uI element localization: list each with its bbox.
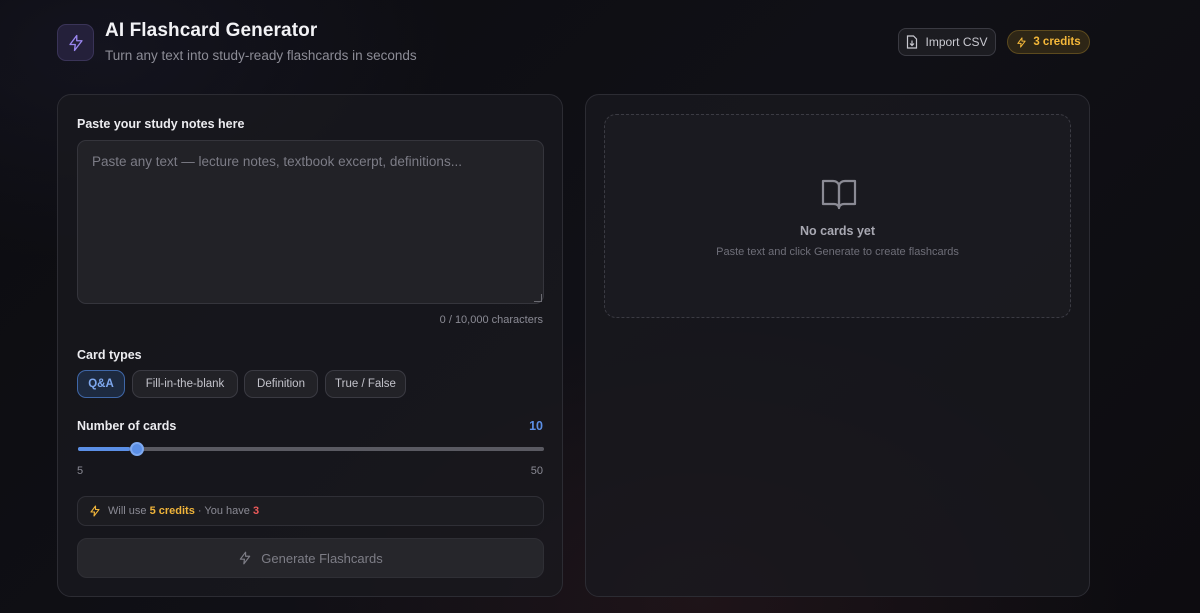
slider-max-label: 50 [530, 465, 543, 477]
card-type-fill-blank-chip[interactable]: Fill-in-the-blank [132, 370, 238, 398]
card-types-label: Card types [77, 348, 142, 362]
credit-usage-notice: Will use 5 credits · You have 3 [77, 496, 544, 526]
slider-thumb[interactable] [129, 442, 144, 456]
notes-label: Paste your study notes here [77, 117, 245, 131]
character-count: 0 / 10,000 characters [439, 314, 543, 326]
generate-label: Generate Flashcards [261, 550, 383, 566]
number-of-cards-value: 10 [529, 419, 543, 433]
usage-available: 3 [252, 505, 260, 517]
book-open-icon [821, 179, 857, 210]
lightning-icon [240, 551, 251, 565]
import-csv-label: Import CSV [925, 35, 988, 49]
slider-fill [78, 447, 130, 451]
slider-min-label: 5 [77, 465, 84, 477]
page-title: AI Flashcard Generator [105, 20, 318, 41]
page-subtitle: Turn any text into study-ready flashcard… [105, 48, 417, 63]
generate-flashcards-button[interactable]: Generate Flashcards [77, 538, 544, 578]
resize-handle[interactable] [534, 294, 542, 302]
card-type-definition-chip[interactable]: Definition [244, 370, 318, 398]
usage-prefix: Will use [108, 505, 147, 517]
import-csv-button[interactable]: Import CSV [898, 28, 996, 56]
notes-input[interactable] [77, 140, 544, 304]
lightning-icon [90, 505, 100, 517]
usage-middle: · You have [197, 505, 250, 517]
usage-credits: 5 credits [149, 505, 195, 517]
empty-state-title: No cards yet [799, 224, 876, 238]
empty-state: No cards yet Paste text and click Genera… [604, 114, 1071, 318]
output-panel: No cards yet Paste text and click Genera… [585, 94, 1090, 597]
credits-badge[interactable]: 3 credits [1007, 30, 1090, 54]
input-panel: Paste your study notes here 0 / 10,000 c… [57, 94, 563, 597]
credits-label: 3 credits [1033, 36, 1081, 48]
number-of-cards-label: Number of cards [77, 419, 177, 433]
lightning-icon [68, 34, 83, 51]
card-count-slider[interactable] [78, 442, 544, 456]
lightning-icon [1017, 36, 1027, 48]
card-type-true-false-chip[interactable]: True / False [325, 370, 406, 398]
card-type-qa-chip[interactable]: Q&A [77, 370, 125, 398]
app-logo [57, 24, 94, 61]
empty-state-subtitle: Paste text and click Generate to create … [716, 246, 959, 258]
file-import-icon [907, 35, 918, 49]
